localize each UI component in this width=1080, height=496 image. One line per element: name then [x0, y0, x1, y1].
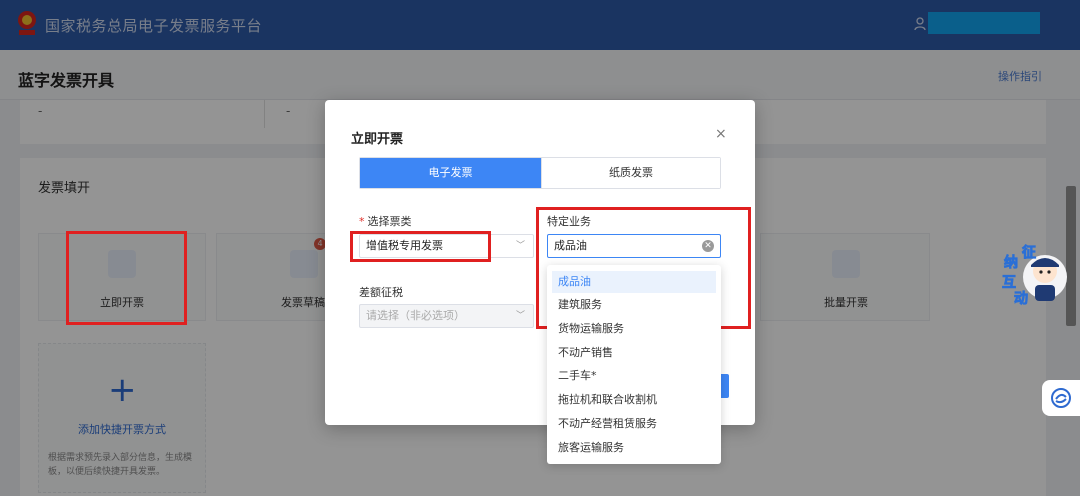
invoice-type-label-text: 选择票类: [367, 215, 412, 228]
dropdown-option[interactable]: 建筑服务: [552, 294, 716, 316]
highlight-invoice-type: [350, 231, 491, 262]
dropdown-option[interactable]: 不动产销售: [552, 342, 716, 364]
assistant-icon: [1051, 388, 1071, 408]
required-mark: *: [359, 215, 365, 228]
dropdown-option[interactable]: 旅客运输服务: [552, 437, 716, 459]
highlight-immediate-option: [66, 231, 187, 325]
chevron-down-icon: ﹀: [515, 241, 525, 251]
mascot-char: 纳: [1004, 254, 1018, 271]
dropdown-option[interactable]: 不动产经营租赁服务: [552, 413, 716, 435]
tab-electronic-invoice[interactable]: 电子发票: [360, 158, 541, 188]
chevron-down-icon: ﹀: [515, 311, 525, 321]
difference-tax-label: 差额征税: [359, 286, 403, 299]
dropdown-option[interactable]: 货物运输服务: [552, 318, 716, 340]
tab-paper-invoice[interactable]: 纸质发票: [541, 158, 720, 188]
mascot-char: 征: [1022, 244, 1036, 261]
difference-tax-placeholder: 请选择（非必选项）: [366, 309, 465, 322]
mascot-char: 动: [1014, 290, 1028, 307]
special-business-dropdown: 成品油 建筑服务 货物运输服务 不动产销售 二手车* 拖拉机和联合收割机 不动产…: [547, 265, 721, 464]
modal-title: 立即开票: [351, 132, 404, 147]
dropdown-option[interactable]: 二手车*: [552, 365, 716, 387]
assistant-button[interactable]: [1042, 380, 1080, 416]
mascot-char: 互: [1002, 275, 1016, 291]
dropdown-option[interactable]: 拖拉机和联合收割机: [552, 389, 716, 411]
difference-tax-select[interactable]: 请选择（非必选项） ﹀: [359, 304, 534, 328]
invoice-medium-tabs: 电子发票 纸质发票: [359, 157, 721, 189]
mascot-icon[interactable]: 纳 征 互 动: [1000, 243, 1070, 309]
close-icon[interactable]: ×: [715, 126, 727, 142]
invoice-type-label: * 选择票类: [359, 213, 412, 229]
dropdown-option[interactable]: 成品油: [552, 271, 716, 293]
